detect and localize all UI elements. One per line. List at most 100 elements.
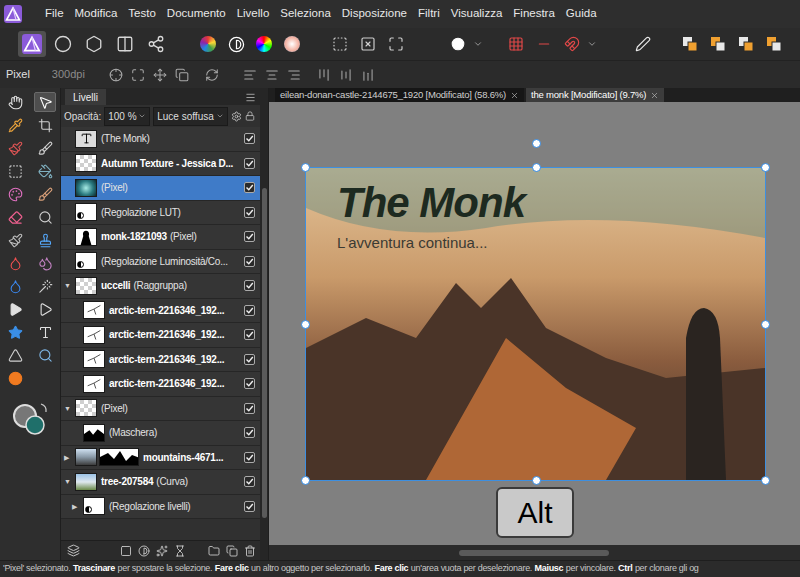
visibility-checkbox[interactable] xyxy=(244,501,255,512)
invert-selection-button[interactable] xyxy=(382,31,410,57)
tool-button[interactable] xyxy=(4,345,26,365)
visibility-checkbox[interactable] xyxy=(244,476,255,487)
lock-button[interactable] xyxy=(245,111,255,121)
opacity-field[interactable]: 100 % xyxy=(104,107,150,126)
layer-row[interactable]: arctic-tern-2216346_192... xyxy=(61,372,260,397)
document-image[interactable]: The MonkL'avventura continua... xyxy=(305,167,766,481)
layer-row[interactable]: arctic-tern-2216346_192... xyxy=(61,299,260,324)
expand-toggle[interactable]: ▼ xyxy=(64,282,75,289)
persona-button[interactable] xyxy=(142,31,170,57)
tool-button[interactable] xyxy=(34,92,56,112)
visibility-checkbox[interactable] xyxy=(244,280,255,291)
tool-button[interactable] xyxy=(34,115,56,135)
horizontal-scrollbar[interactable] xyxy=(269,545,800,560)
tool-button[interactable] xyxy=(34,184,56,204)
layer-row[interactable]: (The Monk) xyxy=(61,127,260,152)
contrast-button[interactable] xyxy=(222,31,250,57)
selection-handle[interactable] xyxy=(761,320,770,329)
persona-button[interactable] xyxy=(111,31,139,57)
tool-button[interactable] xyxy=(4,92,26,112)
selection-handle[interactable] xyxy=(761,163,770,172)
tool-button[interactable] xyxy=(34,207,56,227)
selection-handle[interactable] xyxy=(532,476,541,485)
layer-row[interactable]: ▼tree-207584(Curva) xyxy=(61,470,260,495)
snapping-button[interactable] xyxy=(558,31,586,57)
guides-button[interactable] xyxy=(530,31,558,57)
arrange-icon[interactable] xyxy=(710,36,726,52)
visibility-checkbox[interactable] xyxy=(244,158,255,169)
menu-item[interactable]: Filtri xyxy=(418,5,440,22)
snapping-dropdown[interactable] xyxy=(586,39,598,49)
tool-button[interactable] xyxy=(4,230,26,250)
layer-row[interactable]: ▶mountains-4671... xyxy=(61,446,260,471)
menu-item[interactable]: Livello xyxy=(237,5,270,22)
hsl-button[interactable] xyxy=(250,31,278,57)
color-swatch-icon[interactable] xyxy=(8,400,52,440)
expand-toggle[interactable]: ▶ xyxy=(72,503,83,510)
select-all-button[interactable] xyxy=(326,31,354,57)
menu-item[interactable]: Testo xyxy=(128,5,156,22)
tool-button[interactable] xyxy=(4,276,26,296)
quick-mask-dropdown[interactable] xyxy=(472,39,484,49)
selection-handle[interactable] xyxy=(532,163,541,172)
document-tab[interactable]: eilean-donan-castle-2144675_1920 [Modifi… xyxy=(275,88,524,102)
tool-button[interactable] xyxy=(4,207,26,227)
tool-button[interactable] xyxy=(4,161,26,181)
layer-row[interactable]: (Pixel) xyxy=(61,176,260,201)
layer-settings-button[interactable] xyxy=(231,111,242,122)
selection-handle[interactable] xyxy=(301,163,310,172)
layer-row[interactable]: arctic-tern-2216346_192... xyxy=(61,323,260,348)
tool-button[interactable] xyxy=(4,299,26,319)
menu-item[interactable]: Documento xyxy=(167,5,226,22)
menu-item[interactable]: Disposizione xyxy=(342,5,407,22)
menu-item[interactable]: File xyxy=(45,5,64,22)
arrange-button[interactable] xyxy=(760,31,788,57)
grid-button[interactable] xyxy=(502,31,530,57)
tool-button[interactable] xyxy=(4,322,26,342)
layer-row[interactable]: (Regolazione LUT) xyxy=(61,201,260,226)
arrange-button[interactable] xyxy=(676,31,704,57)
tool-button[interactable] xyxy=(34,138,56,158)
visibility-checkbox[interactable] xyxy=(244,427,255,438)
canvas[interactable]: The MonkL'avventura continua...Alt xyxy=(269,102,800,545)
menu-item[interactable]: Finestra xyxy=(513,5,555,22)
layer-row[interactable]: ▼(Pixel) xyxy=(61,397,260,422)
tool-button[interactable] xyxy=(34,161,56,181)
tool-button[interactable] xyxy=(4,138,26,158)
layer-row[interactable]: (Regolazione Luminosità/Co... xyxy=(61,250,260,275)
quick-mask-button[interactable] xyxy=(444,31,472,57)
visibility-checkbox[interactable] xyxy=(244,305,255,316)
canvas-subtitle[interactable]: L'avventura continua... xyxy=(337,232,765,255)
visibility-checkbox[interactable] xyxy=(244,231,255,242)
arrange-icon[interactable] xyxy=(766,36,782,52)
menu-item[interactable]: Seleziona xyxy=(280,5,331,22)
menu-item[interactable]: Modifica xyxy=(75,5,118,22)
visibility-checkbox[interactable] xyxy=(244,452,255,463)
visibility-checkbox[interactable] xyxy=(244,403,255,414)
white-balance-button[interactable] xyxy=(278,31,306,57)
persona-button[interactable] xyxy=(18,31,46,57)
arrange-button[interactable] xyxy=(704,31,732,57)
layers-scrollbar[interactable] xyxy=(260,88,268,560)
selection-handle[interactable] xyxy=(761,476,770,485)
tool-button[interactable] xyxy=(34,345,56,365)
visibility-checkbox[interactable] xyxy=(244,207,255,218)
panel-tab[interactable]: Livelli xyxy=(65,89,106,105)
layer-row[interactable]: Autumn Texture - Jessica D... xyxy=(61,152,260,177)
tool-button[interactable] xyxy=(4,184,26,204)
assistant-button[interactable] xyxy=(629,31,657,57)
tool-button[interactable] xyxy=(34,230,56,250)
deselect-button[interactable] xyxy=(354,31,382,57)
tool-button[interactable] xyxy=(34,322,56,342)
tool-button[interactable] xyxy=(34,299,56,319)
blend-mode-dropdown[interactable]: Luce soffusa xyxy=(153,107,228,126)
expand-toggle[interactable]: ▼ xyxy=(64,478,75,485)
tool-button[interactable] xyxy=(4,115,26,135)
layer-row[interactable]: ▶(Regolazione livelli) xyxy=(61,495,260,520)
tool-button[interactable] xyxy=(34,253,56,273)
selection-handle[interactable] xyxy=(301,320,310,329)
selection-handle[interactable] xyxy=(301,476,310,485)
tool-button[interactable] xyxy=(4,253,26,273)
arrange-icon[interactable] xyxy=(682,36,698,52)
layer-row[interactable]: (Maschera) xyxy=(61,421,260,446)
